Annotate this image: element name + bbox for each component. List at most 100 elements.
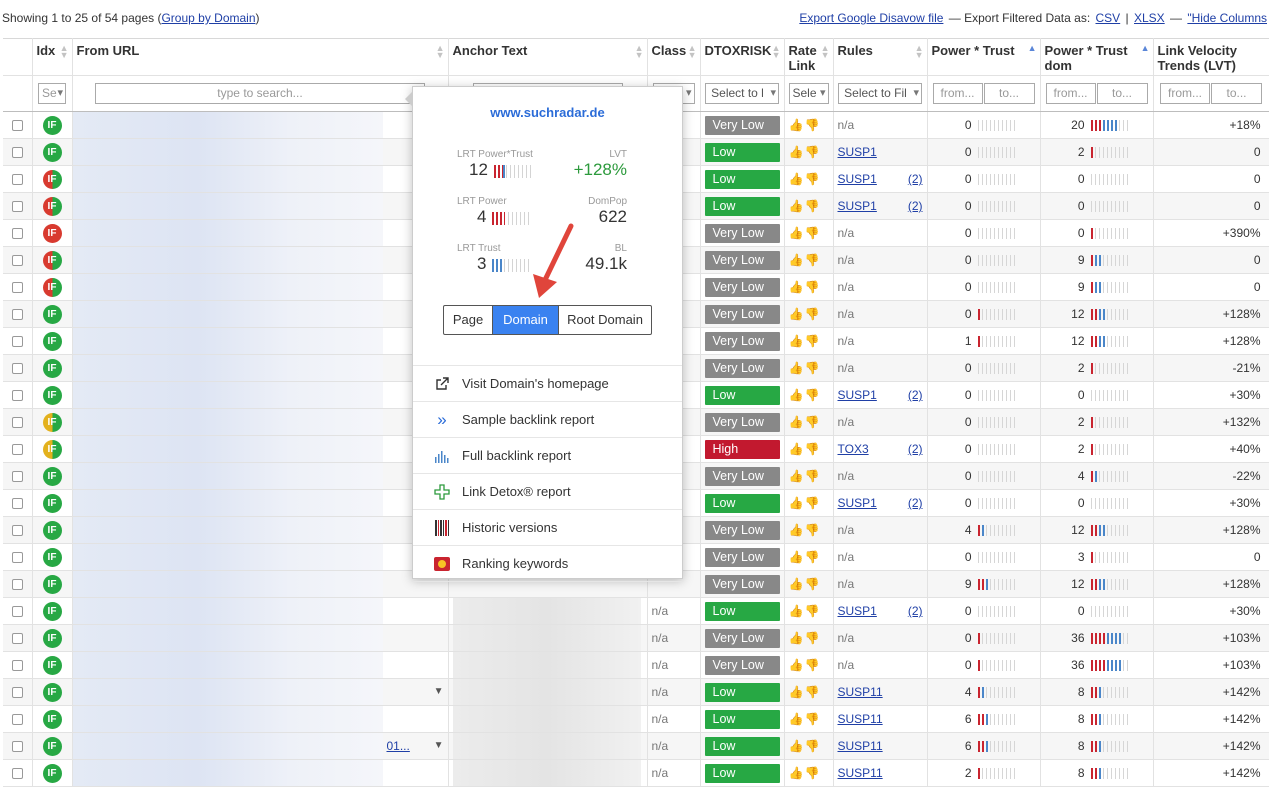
if-badge[interactable]: IF — [42, 358, 62, 378]
rate-link-thumbs-icon[interactable]: 👍👎 — [789, 685, 821, 699]
if-badge[interactable]: IF — [42, 250, 62, 270]
rate-link-thumbs-icon[interactable]: 👍👎 — [789, 118, 821, 132]
rate-link-thumbs-icon[interactable]: 👍👎 — [789, 361, 821, 375]
if-badge[interactable]: IF — [42, 682, 62, 702]
rate-filter-select[interactable]: Sele — [788, 83, 829, 104]
if-badge[interactable]: IF — [42, 412, 62, 432]
if-badge[interactable]: IF — [42, 169, 62, 189]
col-rate-link[interactable]: Rate Link ▲ ▼ — [784, 38, 834, 76]
rule-link[interactable]: SUSP11 — [838, 712, 883, 726]
if-badge[interactable]: IF — [42, 385, 62, 405]
rate-link-thumbs-icon[interactable]: 👍👎 — [789, 577, 821, 591]
if-badge[interactable]: IF — [42, 115, 62, 135]
col-rules[interactable]: Rules ▲ ▼ — [833, 38, 928, 76]
row-checkbox[interactable] — [11, 362, 23, 374]
rate-link-thumbs-icon[interactable]: 👍👎 — [789, 631, 821, 645]
if-badge[interactable]: IF — [42, 466, 62, 486]
if-badge[interactable]: IF — [42, 655, 62, 675]
menu-sample-backlink-report[interactable]: » Sample backlink report — [413, 402, 682, 438]
rule-link[interactable]: SUSP1 — [838, 199, 877, 213]
rule-link[interactable]: SUSP1 — [838, 604, 877, 618]
idx-filter-select[interactable]: Se — [38, 83, 66, 104]
if-badge[interactable]: IF — [42, 142, 62, 162]
from-url-redacted[interactable] — [72, 598, 383, 624]
power-trust-to-input[interactable]: to... — [983, 83, 1035, 104]
from-url-redacted[interactable] — [72, 409, 383, 435]
row-checkbox[interactable] — [11, 389, 23, 401]
rate-link-thumbs-icon[interactable]: 👍👎 — [789, 766, 821, 780]
col-class[interactable]: Class ▲ ▼ — [647, 38, 701, 76]
from-url-redacted[interactable] — [72, 706, 383, 732]
from-url-redacted[interactable] — [72, 571, 383, 597]
if-badge[interactable]: IF — [42, 331, 62, 351]
if-badge[interactable]: IF — [42, 223, 62, 243]
group-by-domain-link[interactable]: Group by Domain — [161, 11, 255, 25]
rule-count-link[interactable]: (2) — [908, 172, 923, 186]
from-url-redacted[interactable] — [72, 112, 383, 138]
rate-link-thumbs-icon[interactable]: 👍👎 — [789, 469, 821, 483]
row-checkbox[interactable] — [11, 443, 23, 455]
table-row[interactable]: IF 01... ▼ n/a Low 👍👎 SUSP11 6 8 +142% — [3, 732, 1269, 760]
rate-link-thumbs-icon[interactable]: 👍👎 — [789, 712, 821, 726]
rate-link-thumbs-icon[interactable]: 👍👎 — [789, 253, 821, 267]
row-checkbox[interactable] — [11, 335, 23, 347]
rate-link-thumbs-icon[interactable]: 👍👎 — [789, 145, 821, 159]
rate-link-thumbs-icon[interactable]: 👍👎 — [789, 226, 821, 240]
row-checkbox[interactable] — [11, 659, 23, 671]
scope-domain-button[interactable]: Domain — [492, 306, 558, 334]
row-checkbox[interactable] — [11, 146, 23, 158]
lvt-to-input[interactable]: to... — [1211, 83, 1262, 104]
from-url-redacted[interactable] — [72, 679, 383, 705]
rule-link[interactable]: SUSP11 — [838, 766, 883, 780]
url-dropdown-icon[interactable]: ▼ — [434, 686, 444, 697]
row-checkbox[interactable] — [11, 416, 23, 428]
rule-link[interactable]: SUSP1 — [838, 145, 877, 159]
url-search-input[interactable]: type to search... — [95, 83, 425, 104]
col-idx[interactable]: Idx ▲ ▼ — [32, 38, 73, 76]
if-badge[interactable]: IF — [42, 520, 62, 540]
from-url-redacted[interactable] — [72, 625, 383, 651]
row-checkbox[interactable] — [11, 740, 23, 752]
from-url-redacted[interactable] — [72, 355, 383, 381]
from-url-redacted[interactable] — [72, 139, 383, 165]
row-checkbox[interactable] — [11, 767, 23, 779]
from-url-redacted[interactable] — [72, 760, 383, 786]
rule-link[interactable]: SUSP11 — [838, 685, 883, 699]
hide-columns-link[interactable]: "Hide Columns — [1187, 11, 1267, 25]
rule-link[interactable]: SUSP1 — [838, 172, 877, 186]
rate-link-thumbs-icon[interactable]: 👍👎 — [789, 496, 821, 510]
col-anchor-text[interactable]: Anchor Text ▲ ▼ — [448, 38, 648, 76]
table-row[interactable]: IF n/a Low 👍👎 SUSP11 2 8 +142% — [3, 759, 1269, 787]
rate-link-thumbs-icon[interactable]: 👍👎 — [789, 658, 821, 672]
row-checkbox[interactable] — [11, 551, 23, 563]
row-checkbox[interactable] — [11, 119, 23, 131]
col-power-trust-dom[interactable]: Power * Trust dom ▲ — [1040, 38, 1154, 76]
row-checkbox[interactable] — [11, 173, 23, 185]
table-row[interactable]: IF n/a Low 👍👎 SUSP11 6 8 +142% — [3, 705, 1269, 733]
export-csv-link[interactable]: CSV — [1096, 11, 1121, 25]
row-checkbox[interactable] — [11, 227, 23, 239]
menu-historic-versions[interactable]: Historic versions — [413, 510, 682, 546]
row-checkbox[interactable] — [11, 578, 23, 590]
row-checkbox[interactable] — [11, 524, 23, 536]
from-url-redacted[interactable] — [72, 328, 383, 354]
if-badge[interactable]: IF — [42, 196, 62, 216]
rate-link-thumbs-icon[interactable]: 👍👎 — [789, 523, 821, 537]
if-badge[interactable]: IF — [42, 574, 62, 594]
rate-link-thumbs-icon[interactable]: 👍👎 — [789, 199, 821, 213]
if-badge[interactable]: IF — [42, 277, 62, 297]
export-xlsx-link[interactable]: XLSX — [1134, 11, 1165, 25]
power-trust-from-input[interactable]: from... — [932, 83, 983, 104]
if-badge[interactable]: IF — [42, 763, 62, 783]
rule-count-link[interactable]: (2) — [908, 388, 923, 402]
rate-link-thumbs-icon[interactable]: 👍👎 — [789, 739, 821, 753]
from-url-redacted[interactable] — [72, 652, 383, 678]
rule-count-link[interactable]: (2) — [908, 442, 923, 456]
from-url-redacted[interactable] — [72, 544, 383, 570]
dtox-filter-select[interactable]: Select to l — [705, 83, 779, 104]
col-power-trust[interactable]: Power * Trust ▲ — [927, 38, 1041, 76]
rule-count-link[interactable]: (2) — [908, 496, 923, 510]
rule-link[interactable]: SUSP1 — [838, 496, 877, 510]
menu-link-detox-report[interactable]: Link Detox® report — [413, 474, 682, 510]
rule-link[interactable]: SUSP1 — [838, 388, 877, 402]
